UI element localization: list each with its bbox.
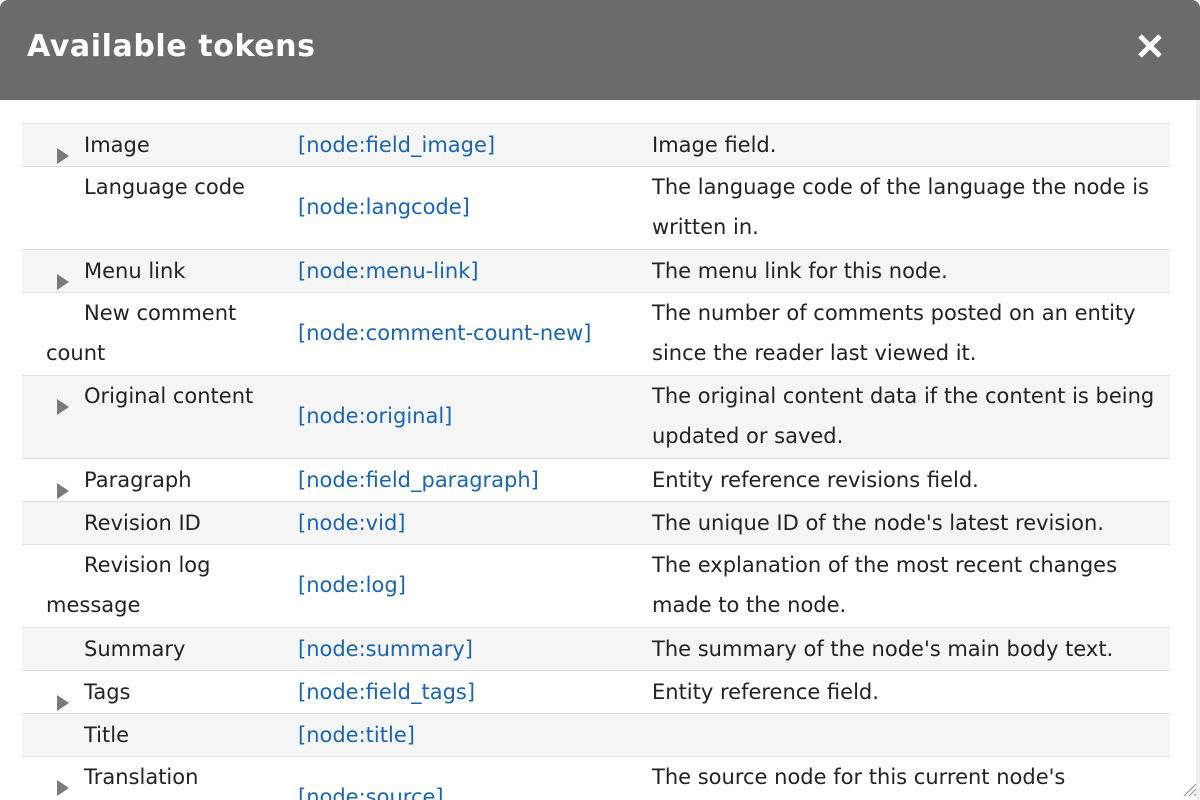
close-icon (1138, 34, 1162, 58)
token-row: Language code [node:langcode] The language… (22, 167, 1170, 250)
token-dialog: Edit URL[node:edit-url]The URL of the no… (0, 0, 1200, 800)
token-name: Image (84, 133, 150, 157)
token-description: The unique ID of the node's latest revis… (652, 511, 1104, 535)
token-link[interactable]: [node:field_paragraph] (298, 460, 628, 500)
token-name: Translation source node (84, 765, 199, 789)
token-description: Image field. (652, 133, 777, 157)
token-link[interactable]: [node:log] (298, 565, 628, 605)
token-name: Original content (84, 384, 254, 408)
token-description: The language code of the language the no… (652, 175, 1149, 239)
token-description: Entity reference revisions field. (652, 468, 979, 492)
token-row[interactable]: Tags [node:field_tags] Entity reference fi… (22, 671, 1170, 714)
token-row: Summary [node:summary] The summary of the … (22, 628, 1170, 671)
token-row: Revision log message [node:log] The explan… (22, 545, 1170, 628)
token-row: New comment count [node:comment-count-new… (22, 293, 1170, 376)
expand-triangle-icon[interactable] (55, 388, 71, 415)
token-description: The original content data if the content… (652, 384, 1155, 448)
token-description: The source node for this current node's … (652, 765, 1066, 789)
token-name: Summary (84, 637, 186, 661)
token-description: The number of comments posted on an enti… (652, 301, 1136, 365)
token-table: Edit URL[node:edit-url]The URL of the no… (22, 71, 1170, 800)
token-row[interactable]: Paragraph [node:field_paragraph] Entity re… (22, 459, 1170, 502)
expand-triangle-icon[interactable] (55, 263, 71, 290)
dialog-titlebar: Available tokens (0, 0, 1200, 100)
expand-triangle-icon[interactable] (55, 472, 71, 499)
token-name: Title (84, 723, 130, 747)
token-link[interactable]: [node:field_image] (298, 125, 628, 165)
token-link[interactable]: [node:comment-count-new] (298, 313, 628, 353)
token-table-scroll-area[interactable]: Edit URL[node:edit-url]The URL of the no… (0, 0, 1200, 800)
token-row: Revision ID [node:vid] The unique ID of th… (22, 502, 1170, 545)
token-link[interactable]: [node:vid] (298, 503, 628, 543)
token-description: The explanation of the most recent chang… (652, 553, 1118, 617)
dialog-title: Available tokens (27, 29, 316, 64)
token-row[interactable]: Image [node:field_image] Image field. (22, 124, 1170, 167)
token-link[interactable]: [node:field_tags] (298, 672, 628, 712)
token-name: Revision ID (84, 511, 201, 535)
token-link[interactable]: [node:langcode] (298, 187, 628, 227)
token-link[interactable]: [node:original] (298, 396, 628, 436)
token-description: The summary of the node's main body text… (652, 637, 1114, 661)
token-link[interactable]: [node:menu-link] (298, 251, 628, 291)
close-button[interactable] (1134, 30, 1166, 62)
token-name: Menu link (84, 259, 186, 283)
token-row[interactable]: Menu link [node:menu-link] The menu link f… (22, 250, 1170, 293)
token-description: The menu link for this node. (652, 259, 948, 283)
token-link[interactable]: [node:title] (298, 715, 628, 755)
token-row[interactable]: Translation source node [node:source] The … (22, 757, 1170, 800)
token-link[interactable]: [node:summary] (298, 629, 628, 669)
expand-triangle-icon[interactable] (55, 769, 71, 796)
resize-grip-icon[interactable] (1180, 780, 1198, 798)
token-row: Title [node:title] (22, 714, 1170, 757)
token-row[interactable]: Original content [node:original] The origi… (22, 376, 1170, 459)
expand-triangle-icon[interactable] (55, 684, 71, 711)
scrollbar-track[interactable] (1196, 100, 1200, 800)
token-name: Tags (84, 680, 131, 704)
token-name: Revision log message (46, 553, 211, 617)
token-description: Entity reference field. (652, 680, 879, 704)
expand-triangle-icon[interactable] (55, 137, 71, 164)
token-link[interactable]: [node:source] (298, 777, 628, 800)
token-name: Language code (84, 175, 245, 199)
token-name: Paragraph (84, 468, 192, 492)
token-name: New comment count (46, 301, 237, 365)
